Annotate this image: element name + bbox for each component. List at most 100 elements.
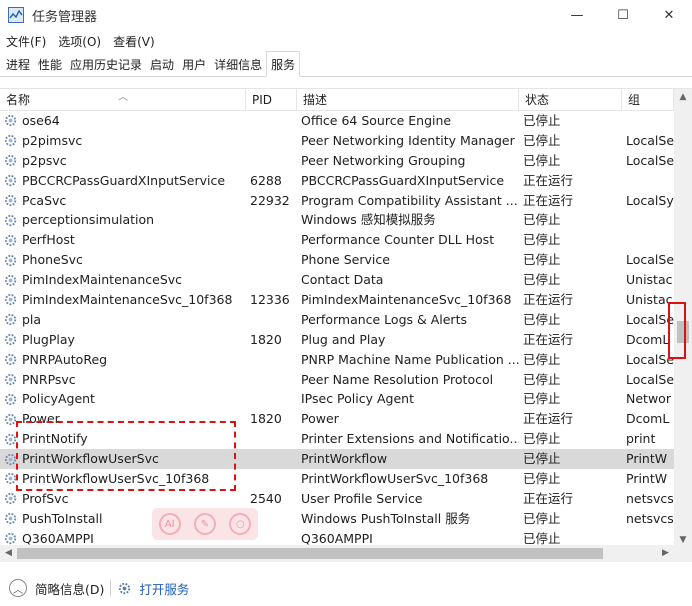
task-manager-icon — [8, 7, 24, 23]
scroll-up-arrow-icon[interactable]: ▲ — [674, 89, 692, 106]
tab-details[interactable]: 详细信息 — [210, 52, 266, 76]
sort-up-icon: ︿ — [118, 92, 128, 103]
table-row[interactable]: perceptionsimulation Windows 感知模拟服务 已停止 — [0, 210, 674, 230]
service-pid — [246, 230, 297, 250]
service-group: PrintW — [626, 451, 668, 467]
menu-view[interactable]: 查看(V) — [107, 33, 161, 50]
horizontal-scroll-thumb[interactable] — [17, 548, 603, 559]
service-description: Performance Logs & Alerts — [301, 311, 467, 327]
minimize-button[interactable]: — — [554, 0, 600, 30]
table-row[interactable]: PerfHost Performance Counter DLL Host 已停止 — [0, 230, 674, 250]
search-icon[interactable]: ○ — [229, 513, 252, 535]
magic-wand-icon[interactable]: ✎ — [193, 513, 216, 535]
column-header-name[interactable]: 名称 ︿ — [0, 89, 246, 111]
service-group: LocalSe — [626, 132, 674, 148]
service-name-label: PBCCRCPassGuardXInputService — [22, 172, 226, 188]
table-row[interactable]: PcaSvc 22932 Program Compatibility Assista… — [0, 191, 674, 211]
table-row[interactable]: PimIndexMaintenanceSvc_10f368 12336 PimInd… — [0, 290, 674, 310]
table-header: 名称 ︿ PID 描述 状态 组 — [0, 89, 674, 111]
highlight-box-print-services — [16, 421, 236, 491]
table-row[interactable]: PNRPAutoReg PNRP Machine Name Publication… — [0, 350, 674, 370]
scroll-right-arrow-icon[interactable]: ▶ — [657, 545, 674, 562]
service-status: 正在运行 — [523, 292, 574, 308]
service-pid: 12336 — [250, 292, 290, 308]
scroll-left-arrow-icon[interactable]: ◀ — [0, 545, 17, 562]
service-description: Peer Networking Grouping — [301, 152, 466, 168]
table-row[interactable]: PNRPsvc Peer Name Resolution Protocol 已停止 L… — [0, 370, 674, 390]
ai-icon[interactable]: AI — [158, 513, 181, 535]
service-gear-icon — [4, 334, 17, 346]
table-row[interactable]: PhoneSvc Phone Service 已停止 LocalSe — [0, 250, 674, 270]
table-row[interactable]: PushToInstall Windows PushToInstall 服务 已停止… — [0, 509, 674, 529]
service-pid — [246, 270, 297, 290]
scroll-corner — [674, 545, 692, 562]
service-description: PNRP Machine Name Publication ... — [301, 351, 519, 367]
service-status: 已停止 — [523, 132, 561, 148]
service-status: 正在运行 — [523, 490, 574, 506]
service-pid: 2540 — [250, 490, 282, 506]
menu-file[interactable]: 文件(F) — [0, 33, 52, 50]
service-status: 已停止 — [523, 152, 561, 168]
service-gear-icon — [4, 533, 17, 545]
horizontal-scrollbar[interactable]: ◀ ▶ — [0, 545, 674, 562]
table-row[interactable]: PimIndexMaintenanceSvc Contact Data 已停止 Uni… — [0, 270, 674, 290]
service-gear-icon — [4, 194, 17, 207]
menu-options[interactable]: 选项(O) — [52, 33, 107, 50]
services-table: 名称 ︿ PID 描述 状态 组 ose64 Office 64 Source En… — [0, 88, 692, 563]
tab-services[interactable]: 服务 — [266, 51, 301, 77]
service-description: Program Compatibility Assistant ... — [301, 192, 518, 208]
service-pid — [246, 310, 297, 330]
table-row[interactable]: PBCCRCPassGuardXInputService 6288 PBCCRCPa… — [0, 171, 674, 191]
service-group — [622, 230, 674, 250]
table-row[interactable]: ProfSvc 2540 User Profile Service 正在运行 netsv… — [0, 489, 674, 509]
service-status: 已停止 — [523, 252, 561, 268]
tab-app-history[interactable]: 应用历史记录 — [66, 52, 146, 76]
table-row[interactable]: pla Performance Logs & Alerts 已停止 LocalSe — [0, 310, 674, 330]
service-pid: 6288 — [250, 172, 282, 188]
service-gear-icon — [4, 254, 17, 266]
service-description: Performance Counter DLL Host — [301, 232, 495, 248]
chevron-up-icon[interactable]: ︿ — [9, 579, 27, 597]
tab-performance[interactable]: 性能 — [34, 52, 66, 76]
service-status: 已停止 — [523, 272, 561, 288]
service-name: PimIndexMaintenanceSvc — [0, 270, 246, 290]
service-group: LocalSe — [626, 311, 674, 327]
service-description: Windows PushToInstall 服务 — [301, 510, 471, 526]
column-header-description[interactable]: 描述 — [297, 89, 519, 111]
service-status: 正在运行 — [523, 331, 574, 347]
service-name: PolicyAgent — [0, 389, 246, 409]
service-pid — [246, 469, 297, 489]
table-row[interactable]: PlugPlay 1820 Plug and Play 正在运行 DcomL — [0, 330, 674, 350]
service-description: PrintWorkflow — [301, 451, 388, 467]
open-services-link[interactable]: 打开服务 — [139, 579, 189, 598]
service-pid — [246, 389, 297, 409]
service-name: PcaSvc — [0, 191, 246, 211]
table-row[interactable]: ose64 Office 64 Source Engine 已停止 — [0, 111, 674, 131]
service-group: LocalSe — [626, 351, 674, 367]
highlight-box-scrollbar — [668, 302, 686, 359]
service-name-label: PNRPAutoReg — [22, 351, 108, 367]
table-row[interactable]: p2psvc Peer Networking Grouping 已停止 LocalSe — [0, 151, 674, 171]
service-pid — [246, 250, 297, 270]
brief-info-button[interactable]: 简略信息(D) — [35, 579, 104, 598]
table-row[interactable]: p2pimsvc Peer Networking Identity Manager… — [0, 131, 674, 151]
tab-users[interactable]: 用户 — [178, 52, 210, 76]
service-gear-icon — [4, 493, 17, 505]
service-status: 已停止 — [523, 113, 561, 128]
tab-startup[interactable]: 启动 — [146, 52, 178, 76]
close-button[interactable]: ✕ — [646, 0, 692, 30]
column-header-status[interactable]: 状态 — [519, 89, 622, 111]
service-name-label: perceptionsimulation — [22, 212, 155, 228]
service-pid: 1820 — [250, 331, 282, 347]
service-name-label: PcaSvc — [22, 192, 67, 208]
column-header-pid[interactable]: PID — [246, 89, 297, 111]
service-group — [622, 111, 674, 131]
table-row[interactable]: PolicyAgent IPsec Policy Agent 已停止 Networ — [0, 389, 674, 409]
maximize-button[interactable]: ☐ — [600, 0, 646, 30]
column-header-group[interactable]: 组 — [622, 89, 674, 111]
service-gear-icon — [4, 314, 17, 326]
title-bar: 任务管理器 — ☐ ✕ — [0, 0, 692, 30]
service-name: perceptionsimulation — [0, 210, 246, 230]
tab-processes[interactable]: 进程 — [2, 52, 34, 76]
service-pid — [246, 210, 297, 230]
